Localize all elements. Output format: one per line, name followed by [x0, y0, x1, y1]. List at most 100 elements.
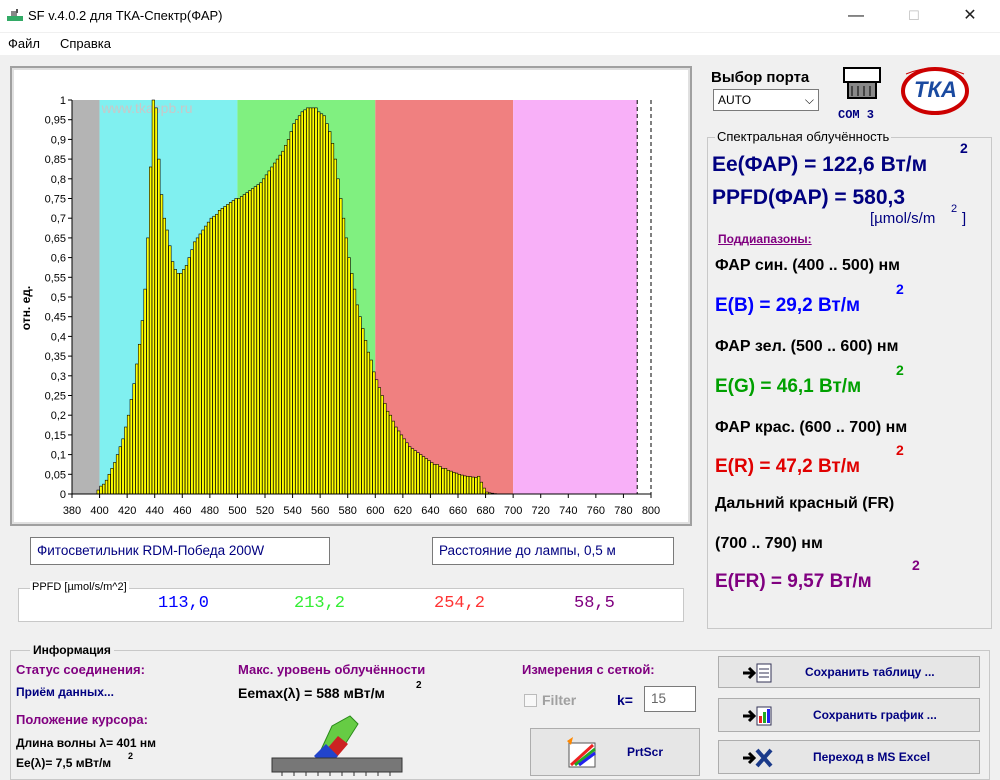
y-axis-label: отн. ед. [19, 286, 33, 330]
bar-473 [199, 234, 202, 494]
bar-561 [320, 114, 323, 494]
bar-637 [425, 459, 428, 494]
bar-667 [466, 476, 469, 494]
bar-423 [130, 399, 133, 494]
bar-447 [163, 218, 166, 494]
x-tick-label: 380 [63, 505, 81, 517]
bar-603 [378, 388, 381, 494]
ee-far-sup: 2 [960, 140, 968, 156]
distance-field[interactable]: Расстояние до лампы, 0,5 м [432, 537, 674, 565]
bar-499 [235, 199, 238, 495]
bar-559 [317, 112, 320, 494]
bar-439 [152, 100, 155, 494]
y-tick-label: 0,15 [45, 430, 66, 442]
prtscr-button[interactable]: PrtScr [530, 728, 700, 776]
max-level-value: Eemax(λ) = 588 мВт/м [238, 685, 385, 701]
filter-label: Filter [542, 692, 576, 708]
y-tick-label: 0,6 [51, 253, 66, 265]
blue-sup: 2 [896, 281, 904, 297]
blue-range-label: ФАР син. (400 .. 500) нм [715, 257, 900, 275]
k-input[interactable]: 15 [644, 686, 696, 712]
title-bar: SF v.4.0.2 для ТКА-Спектр(ФАР) — ☐ ✕ [0, 0, 1000, 32]
bar-479 [207, 222, 210, 494]
save-table-icon [741, 661, 775, 685]
bar-649 [442, 468, 445, 494]
bar-481 [210, 218, 213, 494]
bar-563 [323, 116, 326, 494]
window-title: SF v.4.0.2 для ТКА-Спектр(ФАР) [28, 8, 223, 23]
minimize-button[interactable]: — [836, 4, 876, 28]
x-tick-label: 540 [283, 505, 301, 517]
bar-571 [334, 159, 337, 494]
bar-525 [271, 167, 274, 494]
bar-475 [202, 230, 205, 494]
bar-573 [337, 179, 340, 494]
bar-633 [420, 455, 423, 494]
ppfd-legend: PPFD [µmol/s/m^2] [30, 581, 129, 593]
max-level-sup: 2 [416, 680, 422, 691]
ppfd-far-value: PPFD(ФАР) = 580,3 [712, 186, 905, 210]
bar-513 [254, 187, 257, 494]
x-tick-label: 440 [146, 505, 164, 517]
spectrum-chart-panel[interactable]: www.tkaspb.ru00,050,10,150,20,250,30,350… [10, 66, 692, 526]
bar-399 [97, 490, 100, 494]
x-tick-label: 500 [228, 505, 246, 517]
spectrum-chart[interactable]: www.tkaspb.ru00,050,10,150,20,250,30,350… [12, 68, 690, 524]
bar-607 [384, 403, 387, 494]
save-table-button[interactable]: Сохранить таблицу ... [718, 656, 980, 688]
x-tick-label: 780 [614, 505, 632, 517]
bar-441 [155, 108, 158, 494]
bar-505 [243, 195, 246, 494]
menu-file[interactable]: Файл [8, 36, 40, 51]
bar-621 [403, 439, 406, 494]
cursor-wavelength: Длина волны λ= 401 нм [16, 736, 156, 750]
y-tick-label: 0,45 [45, 312, 66, 324]
menu-help[interactable]: Справка [60, 36, 111, 51]
cursor-label: Положение курсора: [16, 712, 148, 727]
bar-581 [348, 258, 351, 494]
bar-629 [414, 451, 417, 494]
bar-495 [229, 202, 232, 494]
save-graph-button[interactable]: Сохранить график ... [718, 698, 980, 732]
cursor-irradiance-sup: 2 [128, 751, 133, 761]
y-tick-label: 1 [60, 95, 66, 107]
bar-645 [436, 464, 439, 494]
bar-539 [290, 132, 293, 494]
bar-669 [469, 477, 472, 494]
bar-593 [364, 340, 367, 494]
far-red-irradiance: E(FR) = 9,57 Вт/м [715, 571, 872, 593]
bar-523 [268, 171, 271, 494]
close-button[interactable]: ✕ [950, 4, 990, 28]
port-select[interactable]: AUTO ⌵ [713, 89, 819, 111]
bar-401 [100, 486, 103, 494]
y-tick-label: 0,65 [45, 233, 66, 245]
bar-567 [329, 132, 332, 494]
far-red-range: (700 .. 790) нм [715, 535, 823, 553]
bar-463 [185, 265, 188, 494]
bar-577 [342, 218, 345, 494]
ms-excel-button[interactable]: Переход в MS Excel [718, 740, 980, 774]
x-tick-label: 680 [476, 505, 494, 517]
x-tick-label: 400 [90, 505, 108, 517]
bar-635 [422, 457, 425, 494]
x-tick-label: 660 [449, 505, 467, 517]
bar-457 [177, 273, 180, 494]
x-tick-label: 760 [587, 505, 605, 517]
x-tick-label: 800 [642, 505, 660, 517]
filter-checkbox[interactable] [524, 694, 537, 707]
bar-467 [191, 250, 194, 494]
port-select-value: AUTO [718, 93, 751, 107]
maximize-button[interactable]: ☐ [894, 4, 934, 28]
bar-529 [276, 159, 279, 494]
lamp-name-field[interactable]: Фитосветильник RDM-Победа 200W [30, 537, 330, 565]
bar-665 [464, 476, 467, 494]
bar-501 [238, 199, 241, 495]
status-value: Приём данных... [16, 685, 114, 699]
bar-595 [367, 352, 370, 494]
sensor-chip-icon [262, 706, 412, 776]
bar-471 [196, 238, 199, 494]
bar-545 [298, 116, 301, 494]
bar-601 [375, 380, 378, 494]
bar-657 [453, 472, 456, 494]
bar-675 [477, 476, 480, 494]
